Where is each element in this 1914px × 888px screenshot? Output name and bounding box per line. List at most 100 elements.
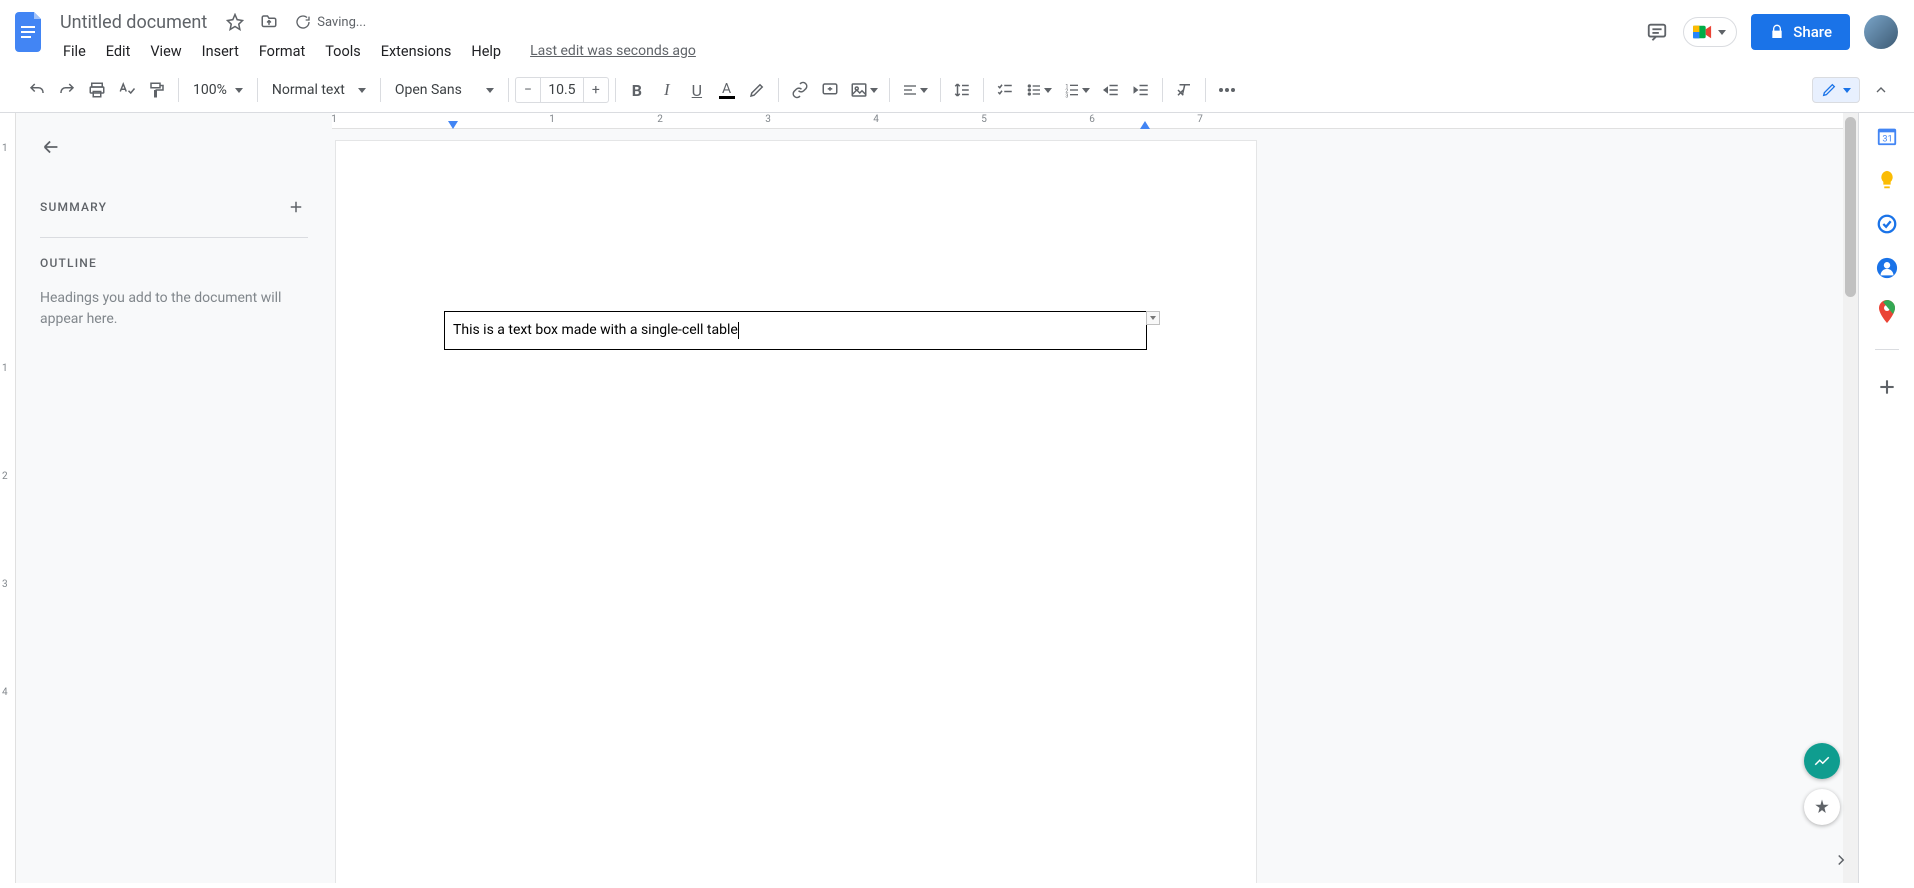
chevron-down-icon — [486, 88, 494, 93]
svg-text:A: A — [722, 81, 731, 97]
text-color-button[interactable]: A — [712, 75, 742, 105]
font-size-decrease[interactable]: − — [515, 77, 541, 103]
menu-help[interactable]: Help — [462, 39, 510, 64]
horizontal-ruler[interactable]: 1 1 2 3 4 5 6 7 — [332, 113, 1858, 129]
account-avatar[interactable] — [1864, 15, 1898, 49]
font-value: Open Sans — [395, 82, 462, 98]
star-icon[interactable] — [223, 10, 247, 34]
table-options-handle[interactable] — [1146, 311, 1160, 325]
print-button[interactable] — [82, 75, 112, 105]
outline-sidebar: SUMMARY OUTLINE Headings you add to the … — [16, 113, 332, 883]
save-status-text: Saving... — [317, 15, 366, 30]
ruler-tick: 6 — [1089, 114, 1095, 125]
line-spacing-button[interactable] — [947, 75, 977, 105]
document-title[interactable]: Untitled document — [54, 10, 213, 35]
ruler-tick: 1 — [549, 114, 555, 125]
align-button[interactable] — [896, 75, 934, 105]
bold-button[interactable]: B — [622, 75, 652, 105]
calendar-app-icon[interactable]: 31 — [1876, 125, 1898, 147]
link-button[interactable] — [785, 75, 815, 105]
chevron-down-icon — [1044, 88, 1052, 93]
document-canvas[interactable]: 1 1 2 3 4 5 6 7 This is a text box made … — [332, 113, 1858, 883]
trends-fab[interactable] — [1804, 743, 1840, 779]
move-icon[interactable] — [257, 10, 281, 34]
maps-app-icon[interactable] — [1876, 301, 1898, 323]
more-button[interactable] — [1212, 75, 1242, 105]
keep-app-icon[interactable] — [1876, 169, 1898, 191]
redo-button[interactable] — [52, 75, 82, 105]
add-summary-button[interactable] — [284, 195, 308, 219]
paragraph-style-select[interactable]: Normal text — [264, 76, 374, 104]
ruler-tick: 7 — [1197, 114, 1203, 125]
numbered-list-button[interactable]: 123 — [1058, 75, 1096, 105]
font-select[interactable]: Open Sans — [387, 76, 502, 104]
menu-edit[interactable]: Edit — [97, 39, 140, 64]
ruler-tick: 2 — [2, 471, 8, 482]
image-button[interactable] — [845, 75, 883, 105]
indent-increase-button[interactable] — [1126, 75, 1156, 105]
highlight-button[interactable] — [742, 75, 772, 105]
vertical-scrollbar[interactable] — [1843, 113, 1858, 883]
meet-icon — [1692, 23, 1714, 41]
tasks-app-icon[interactable] — [1876, 213, 1898, 235]
clear-format-button[interactable] — [1169, 75, 1199, 105]
toolbar: 100% Normal text Open Sans − 10.5 + B I … — [0, 68, 1914, 112]
close-outline-button[interactable] — [40, 133, 68, 161]
save-status: Saving... — [295, 14, 366, 30]
chevron-down-icon — [870, 88, 878, 93]
menu-tools[interactable]: Tools — [316, 39, 370, 64]
ruler-tick: 4 — [2, 687, 8, 698]
chevron-down-icon — [1718, 30, 1726, 35]
undo-button[interactable] — [22, 75, 52, 105]
docs-logo[interactable] — [10, 8, 50, 56]
contacts-app-icon[interactable] — [1876, 257, 1898, 279]
collapse-toolbar-button[interactable] — [1866, 75, 1896, 105]
explore-fab[interactable] — [1804, 789, 1840, 825]
ruler-tick: 4 — [873, 114, 879, 125]
indent-decrease-button[interactable] — [1096, 75, 1126, 105]
indent-marker-left[interactable] — [448, 121, 458, 129]
menubar: File Edit View Insert Format Tools Exten… — [54, 36, 1645, 66]
comment-button[interactable] — [815, 75, 845, 105]
meet-button[interactable] — [1683, 17, 1737, 47]
indent-marker-right[interactable] — [1140, 121, 1150, 129]
scrollbar-thumb[interactable] — [1845, 117, 1856, 297]
ruler-tick: 1 — [332, 114, 337, 125]
ruler-tick: 3 — [2, 579, 8, 590]
outline-hint: Headings you add to the document will ap… — [40, 280, 308, 330]
menu-file[interactable]: File — [54, 39, 95, 64]
editing-mode-button[interactable] — [1812, 77, 1860, 103]
zoom-select[interactable]: 100% — [185, 76, 251, 104]
paint-format-button[interactable] — [142, 75, 172, 105]
vertical-ruler: 1 1 2 3 4 — [0, 113, 16, 883]
table-cell[interactable]: This is a text box made with a single-ce… — [445, 312, 1146, 349]
checklist-button[interactable] — [990, 75, 1020, 105]
menu-insert[interactable]: Insert — [193, 39, 248, 64]
menu-view[interactable]: View — [141, 39, 190, 64]
ruler-tick: 1 — [2, 363, 8, 374]
spellcheck-button[interactable] — [112, 75, 142, 105]
last-edit-link[interactable]: Last edit was seconds ago — [530, 43, 696, 59]
app-header: Untitled document Saving... File Edit Vi… — [0, 0, 1914, 66]
addons-button[interactable] — [1876, 376, 1898, 398]
italic-button[interactable]: I — [652, 75, 682, 105]
font-size-input[interactable]: 10.5 — [541, 77, 583, 103]
show-side-panel-button[interactable] — [1832, 851, 1850, 869]
font-size-increase[interactable]: + — [583, 77, 609, 103]
svg-text:31: 31 — [1882, 135, 1892, 145]
document-page[interactable]: This is a text box made with a single-ce… — [336, 141, 1256, 883]
lock-icon — [1769, 24, 1785, 40]
underline-button[interactable]: U — [682, 75, 712, 105]
cell-text[interactable]: This is a text box made with a single-ce… — [453, 322, 738, 338]
single-cell-table[interactable]: This is a text box made with a single-ce… — [444, 311, 1147, 350]
menu-extensions[interactable]: Extensions — [372, 39, 461, 64]
chevron-down-icon — [358, 88, 366, 93]
pencil-icon — [1821, 82, 1837, 98]
bullet-list-button[interactable] — [1020, 75, 1058, 105]
share-button[interactable]: Share — [1751, 14, 1850, 50]
ruler-tick: 5 — [981, 114, 987, 125]
chevron-down-icon — [235, 88, 243, 93]
comments-icon[interactable] — [1645, 20, 1669, 44]
ruler-tick: 1 — [2, 143, 8, 154]
menu-format[interactable]: Format — [250, 39, 314, 64]
